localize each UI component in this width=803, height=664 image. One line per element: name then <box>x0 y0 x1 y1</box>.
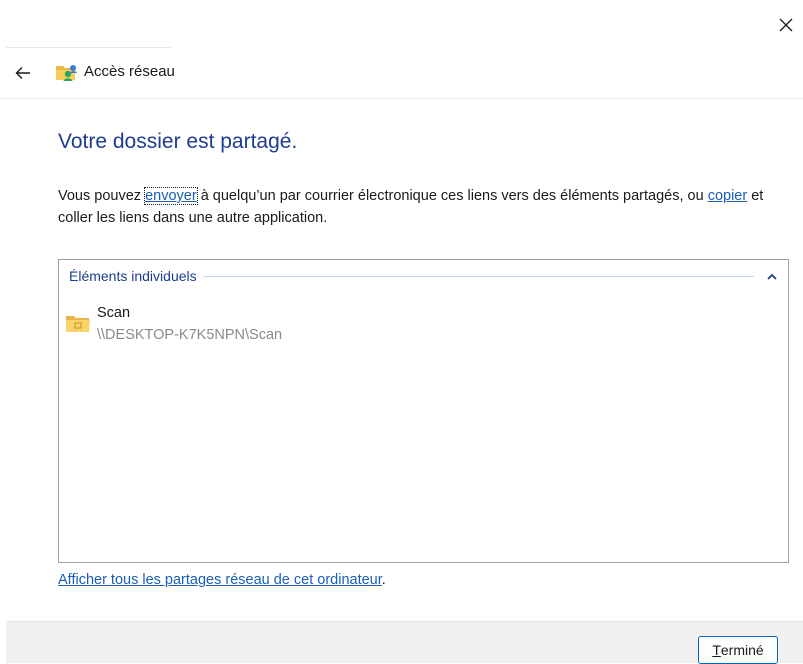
description-text-2: à quelqu’un par courrier électronique ce… <box>196 188 708 204</box>
done-label: erminé <box>720 642 764 658</box>
done-mnemonic: T <box>712 642 721 658</box>
done-button[interactable]: Terminé <box>698 636 778 664</box>
show-all-shares: Afficher tous les partages réseau de cet… <box>58 572 386 588</box>
email-link[interactable]: envoyer <box>144 187 198 205</box>
close-icon <box>779 18 793 32</box>
group-separator <box>202 275 754 277</box>
shared-item-name: Scan <box>97 305 131 321</box>
shared-item-scan[interactable]: Scan \\DESKTOP-K7K5NPN\Scan <box>63 304 363 346</box>
shared-items-panel: Éléments individuels Scan \\DESKTOP-K7K5… <box>58 259 789 563</box>
shared-folder-icon <box>66 316 90 332</box>
group-header: Éléments individuels <box>69 265 780 287</box>
network-access-icon <box>56 65 77 81</box>
top-separator <box>6 47 171 48</box>
collapse-group-button[interactable] <box>764 268 780 284</box>
copy-link[interactable]: copier <box>708 188 748 204</box>
dialog-header: Accès réseau <box>0 52 803 96</box>
window-title: Accès réseau <box>84 63 175 80</box>
network-access-dialog: Accès réseau Votre dossier est partagé. … <box>0 0 803 664</box>
dialog-footer: Terminé <box>6 621 803 664</box>
show-all-suffix: . <box>381 572 386 588</box>
shared-item-path: \\DESKTOP-K7K5NPN\Scan <box>97 327 283 343</box>
show-all-shares-link[interactable]: Afficher tous les partages réseau de cet… <box>58 572 382 588</box>
description-text-1: Vous pouvez <box>58 188 146 204</box>
group-label: Éléments individuels <box>69 268 197 284</box>
chevron-up-icon <box>767 273 777 280</box>
header-divider <box>0 98 803 99</box>
close-button[interactable] <box>769 10 803 40</box>
share-description: Vous pouvez envoyer à quelqu’un par cour… <box>58 185 793 229</box>
back-arrow-icon <box>15 67 30 79</box>
back-button[interactable] <box>10 60 36 86</box>
page-heading: Votre dossier est partagé. <box>58 130 298 153</box>
